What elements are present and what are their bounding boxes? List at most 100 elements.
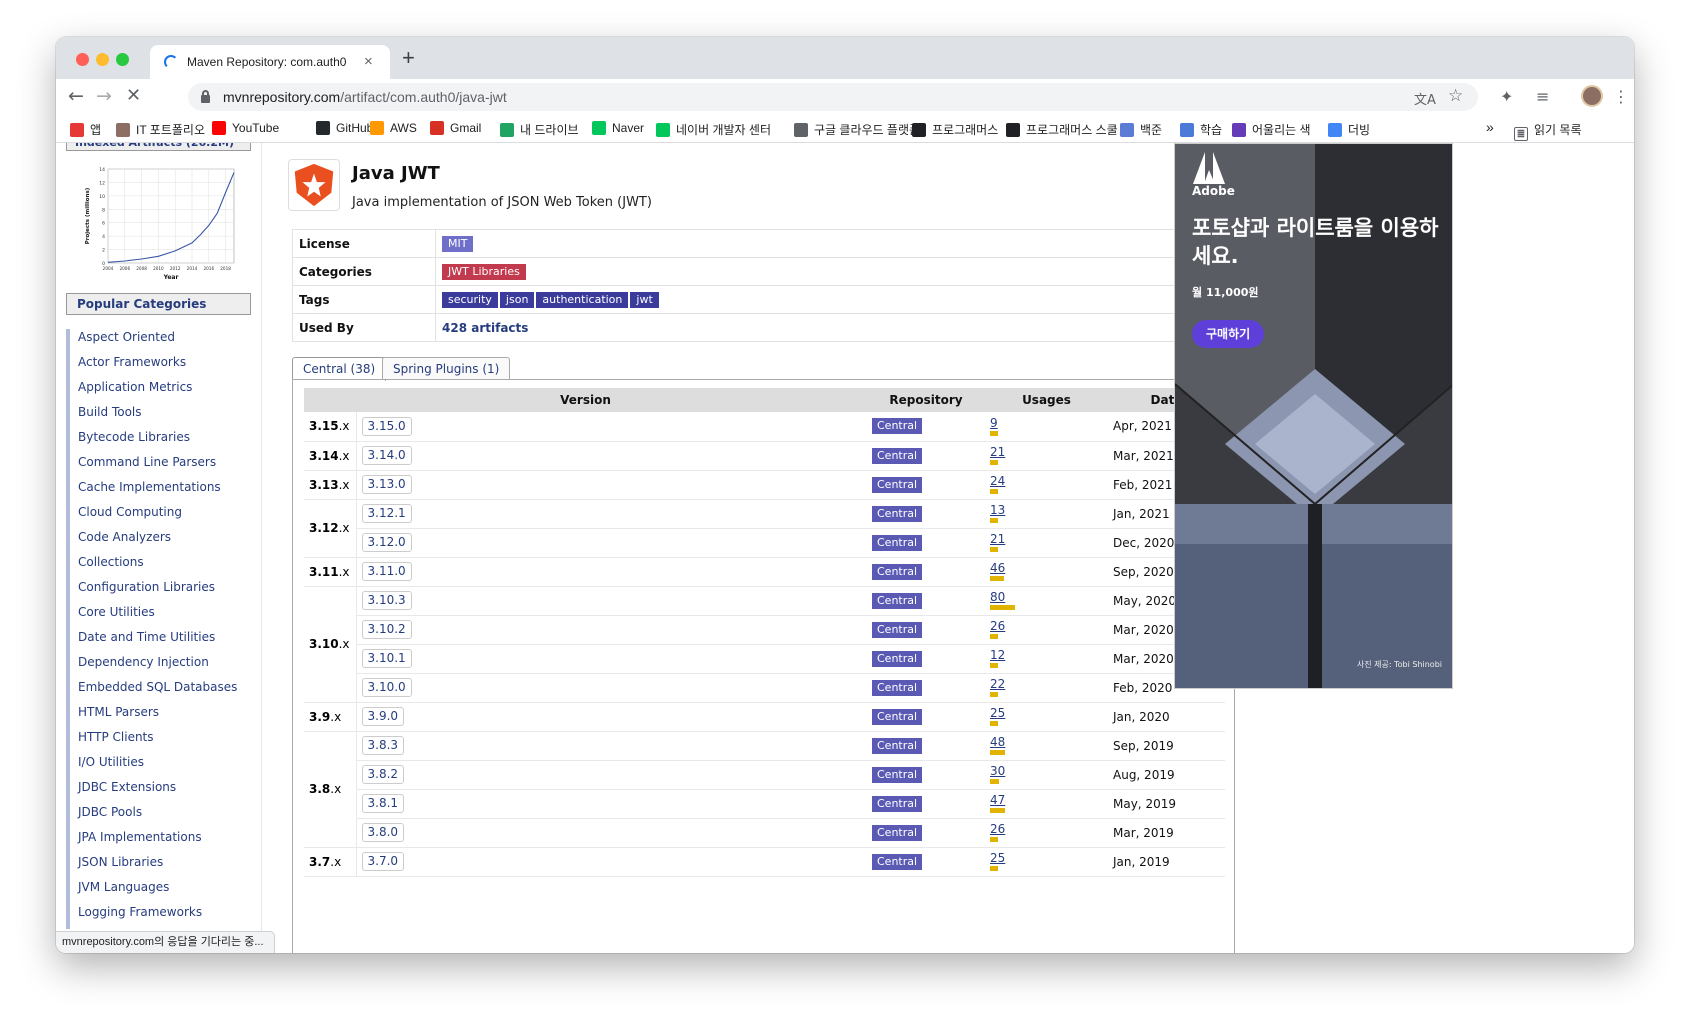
translate-icon[interactable]: 文A — [1414, 89, 1436, 108]
bookmark-item[interactable]: 프로그래머스 스쿨 — [1006, 121, 1118, 138]
tag-badge[interactable]: authentication — [536, 291, 629, 308]
repository-badge[interactable]: Central — [872, 679, 923, 696]
bookmark-item[interactable]: IT 포트폴리오 — [116, 121, 205, 138]
category-link[interactable]: JDBC Extensions — [66, 779, 256, 804]
repository-badge[interactable]: Central — [872, 824, 923, 841]
bookmark-item[interactable]: 네이버 개발자 센터 — [656, 121, 771, 138]
stop-loading-icon[interactable]: ✕ — [126, 86, 141, 106]
extensions-icon[interactable]: ✦ — [1500, 87, 1513, 106]
version-link[interactable]: 3.7.0 — [361, 852, 405, 871]
usages-link[interactable]: 21 — [990, 533, 1103, 545]
bookmark-item[interactable]: GitHub — [316, 121, 373, 135]
usages-link[interactable]: 25 — [990, 852, 1103, 864]
star-bookmark-icon[interactable]: ☆ — [1448, 86, 1463, 106]
forward-icon[interactable]: → — [96, 86, 112, 106]
bookmark-item[interactable]: 백준 — [1120, 121, 1162, 138]
category-link[interactable]: JSON Libraries — [66, 854, 256, 879]
repository-badge[interactable]: Central — [872, 592, 923, 609]
browser-tab[interactable]: Maven Repository: com.auth0 × — [150, 45, 390, 79]
category-link[interactable]: Date and Time Utilities — [66, 629, 256, 654]
version-link[interactable]: 3.13.0 — [361, 475, 412, 494]
version-link[interactable]: 3.8.0 — [361, 823, 405, 842]
repository-badge[interactable]: Central — [872, 621, 923, 638]
version-link[interactable]: 3.10.1 — [361, 649, 412, 668]
bookmark-item[interactable]: 어울리는 색 — [1232, 121, 1311, 138]
usages-link[interactable]: 80 — [990, 591, 1103, 603]
version-link[interactable]: 3.15.0 — [361, 416, 412, 436]
bookmark-item[interactable]: AWS — [370, 121, 417, 135]
bookmark-item[interactable]: YouTube — [212, 121, 279, 135]
bookmark-item[interactable]: Naver — [592, 121, 644, 135]
repository-badge[interactable]: Central — [872, 418, 923, 435]
category-badge[interactable]: JWT Libraries — [442, 263, 526, 280]
version-link[interactable]: 3.10.2 — [361, 620, 412, 639]
address-bar[interactable]: mvnrepository.com/artifact/com.auth0/jav… — [188, 83, 1478, 111]
menu-kebab-icon[interactable]: ⋮ — [1613, 87, 1629, 106]
bookmark-item[interactable]: 내 드라이브 — [500, 121, 579, 138]
category-link[interactable]: Cache Implementations — [66, 479, 256, 504]
version-link[interactable]: 3.12.0 — [361, 533, 412, 552]
reading-list-button[interactable]: ≣ 읽기 목록 — [1514, 121, 1582, 141]
bookmark-item[interactable]: 구글 클라우드 플랫폼 — [794, 121, 920, 138]
category-link[interactable]: JPA Implementations — [66, 829, 256, 854]
bookmark-item[interactable]: Gmail — [430, 121, 481, 135]
category-link[interactable]: Core Utilities — [66, 604, 256, 629]
version-link[interactable]: 3.8.3 — [361, 736, 405, 755]
category-link[interactable]: I/O Utilities — [66, 754, 256, 779]
usages-link[interactable]: 13 — [990, 504, 1103, 516]
repository-badge[interactable]: Central — [872, 447, 923, 464]
close-tab-icon[interactable]: × — [364, 53, 373, 70]
repository-badge[interactable]: Central — [872, 853, 923, 870]
adobe-advertisement[interactable]: Adobe 포토샵과 라이트룸을 이용하세요. 월 11,000원 구매하기 사… — [1174, 143, 1453, 689]
usages-link[interactable]: 21 — [990, 446, 1103, 458]
repository-badge[interactable]: Central — [872, 505, 923, 522]
bookmark-item[interactable]: 더빙 — [1328, 121, 1370, 138]
ad-buy-button[interactable]: 구매하기 — [1192, 320, 1265, 348]
version-link[interactable]: 3.10.3 — [361, 591, 412, 610]
category-link[interactable]: Dependency Injection — [66, 654, 256, 679]
usedby-link[interactable]: 428 artifacts — [442, 321, 528, 335]
tag-badge[interactable]: json — [499, 291, 535, 308]
category-link[interactable]: Code Analyzers — [66, 529, 256, 554]
tag-badge[interactable]: security — [442, 291, 498, 308]
bookmark-item[interactable]: 프로그래머스 — [912, 121, 998, 138]
repository-badge[interactable]: Central — [872, 563, 923, 580]
usages-link[interactable]: 26 — [990, 620, 1103, 632]
category-link[interactable]: JVM Languages — [66, 879, 256, 904]
new-tab-button[interactable]: + — [402, 45, 415, 71]
category-link[interactable]: Build Tools — [66, 404, 256, 429]
usages-link[interactable]: 30 — [990, 765, 1103, 777]
maximize-window-button[interactable] — [116, 53, 129, 66]
usages-link[interactable]: 25 — [990, 707, 1103, 719]
repository-badge[interactable]: Central — [872, 737, 923, 754]
repository-badge[interactable]: Central — [872, 476, 923, 493]
media-queue-icon[interactable]: ≡ — [1536, 87, 1549, 106]
category-link[interactable]: Embedded SQL Databases — [66, 679, 256, 704]
category-link[interactable]: Actor Frameworks — [66, 354, 256, 379]
category-link[interactable]: Aspect Oriented — [66, 329, 256, 354]
usages-link[interactable]: 24 — [990, 475, 1103, 487]
usages-link[interactable]: 46 — [990, 562, 1103, 574]
category-link[interactable]: Logging Frameworks — [66, 904, 256, 929]
usages-link[interactable]: 48 — [990, 736, 1103, 748]
tab-spring-plugins[interactable]: Spring Plugins (1) — [382, 357, 511, 380]
back-icon[interactable]: ← — [68, 86, 84, 106]
version-link[interactable]: 3.8.2 — [361, 765, 405, 784]
profile-avatar[interactable] — [1581, 85, 1603, 107]
repository-badge[interactable]: Central — [872, 766, 923, 783]
category-link[interactable]: Configuration Libraries — [66, 579, 256, 604]
category-link[interactable]: HTTP Clients — [66, 729, 256, 754]
category-link[interactable]: Collections — [66, 554, 256, 579]
version-link[interactable]: 3.8.1 — [361, 794, 405, 813]
repository-badge[interactable]: Central — [872, 534, 923, 551]
bookmark-item[interactable]: 학습 — [1180, 121, 1222, 138]
bookmark-item[interactable]: 앱 — [70, 121, 101, 138]
version-link[interactable]: 3.10.0 — [361, 678, 412, 697]
usages-link[interactable]: 26 — [990, 823, 1103, 835]
usages-link[interactable]: 12 — [990, 649, 1103, 661]
tag-badge[interactable]: jwt — [630, 291, 659, 308]
repository-badge[interactable]: Central — [872, 795, 923, 812]
category-link[interactable]: Bytecode Libraries — [66, 429, 256, 454]
category-link[interactable]: Command Line Parsers — [66, 454, 256, 479]
repository-badge[interactable]: Central — [872, 650, 923, 667]
